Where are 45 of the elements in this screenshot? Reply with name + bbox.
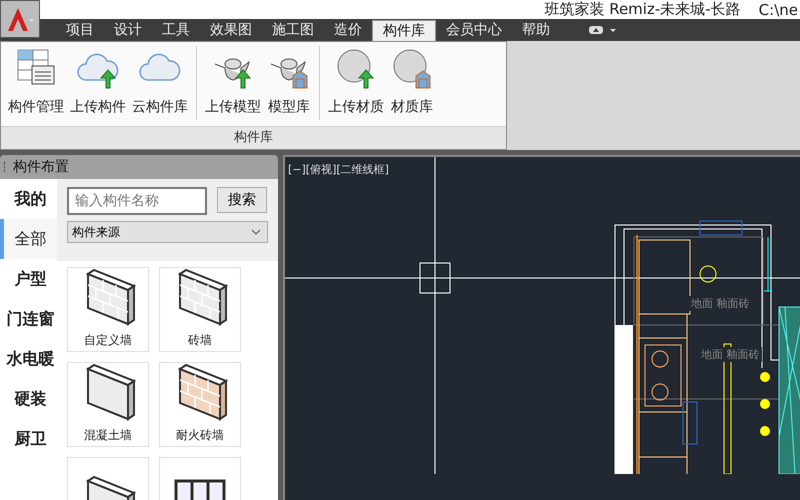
menu-tab[interactable]: 效果图	[200, 19, 262, 41]
table-icon	[18, 50, 54, 84]
cloud-icon	[139, 54, 180, 81]
brick-wall-icon	[178, 268, 228, 326]
window-title: 班筑家装 Remiz-未来城-长路	[544, 0, 741, 19]
menu-tab[interactable]: 施工图	[262, 19, 324, 41]
category-tab[interactable]: 全部	[0, 219, 57, 259]
menu-tab[interactable]: 构件库	[372, 20, 436, 41]
file-path: C:\ne	[758, 0, 798, 18]
menu-tab[interactable]: 会员中心	[436, 19, 512, 41]
window-frame-icon	[174, 480, 226, 500]
search-button[interactable]: 搜索	[217, 187, 267, 213]
ribbon-button[interactable]: 上传材质	[325, 46, 387, 126]
application-menu-button[interactable]	[0, 0, 40, 38]
component-tile[interactable]: 自定义墙	[67, 267, 149, 352]
ribbon-panel-label: 构件库	[1, 126, 506, 149]
component-tile[interactable]: 耐火砖墙	[159, 362, 241, 447]
ribbon-button[interactable]: 构件管理	[5, 46, 67, 126]
ribbon-button[interactable]: 材质库	[387, 46, 437, 126]
source-dropdown[interactable]: 构件来源	[67, 221, 268, 243]
component-tile[interactable]: 砖墙	[159, 267, 241, 352]
ribbon-button[interactable]: 模型库	[264, 46, 314, 126]
menu-tab[interactable]: 帮助	[512, 19, 560, 41]
menu-tab[interactable]: 设计	[104, 19, 152, 41]
ribbon-button[interactable]: 上传模型	[202, 46, 264, 126]
floor-label: 地面 釉面砖	[689, 296, 752, 311]
sphere-house-icon	[394, 50, 430, 88]
concrete-wall-icon	[86, 364, 136, 421]
brick-wall-icon	[178, 364, 228, 421]
floor-label: 地面 釉面砖	[699, 347, 762, 362]
ribbon-button[interactable]: 上传构件	[67, 46, 129, 126]
drawing-canvas[interactable]: [−][俯视][二维线框] 地面 釉面砖 地面 釉面砖	[283, 155, 800, 500]
menu-tab[interactable]: 项目	[56, 19, 104, 41]
viewport-label[interactable]: [−][俯视][二维线框]	[288, 162, 389, 177]
component-tile[interactable]: 混凝土墙	[67, 362, 149, 447]
ribbon-toggle-icon[interactable]	[588, 24, 618, 36]
sphere-upload-icon	[338, 50, 374, 88]
menu-tab[interactable]: 造价	[324, 19, 372, 41]
brick-wall-icon	[86, 268, 136, 326]
chevron-icon	[251, 229, 261, 235]
cloud-upload-icon	[77, 54, 118, 88]
menu-tab[interactable]: 工具	[152, 19, 200, 41]
panel-title: 构件布置	[13, 158, 69, 176]
ribbon-button[interactable]: 云构件库	[129, 46, 191, 126]
search-field[interactable]: 输入构件名称	[67, 187, 207, 215]
